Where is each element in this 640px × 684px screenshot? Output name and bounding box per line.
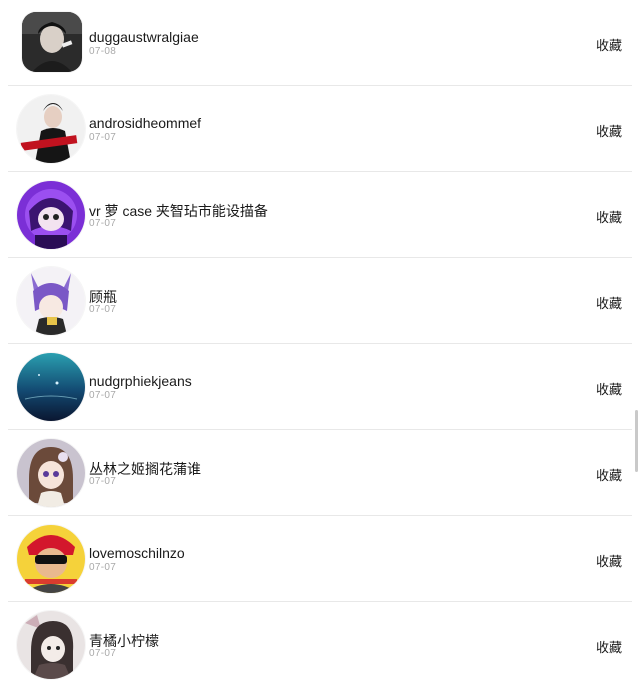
avatar[interactable] [17, 181, 85, 249]
list-item[interactable]: nudgrphiekjeans 07-07 收藏 [0, 344, 640, 430]
avatar[interactable] [17, 525, 85, 593]
list-item[interactable]: 顾瓶 07-07 收藏 [0, 258, 640, 344]
item-date: 07-07 [89, 648, 117, 659]
favorite-button[interactable]: 收藏 [596, 207, 622, 226]
item-date: 07-07 [89, 132, 117, 143]
item-date: 07-07 [89, 218, 117, 229]
list-item[interactable]: 青橘小柠檬 07-07 收藏 [0, 602, 640, 684]
favorite-button[interactable]: 收藏 [596, 551, 622, 570]
favorite-button[interactable]: 收藏 [596, 379, 622, 398]
list-item[interactable]: androsidheommef 07-07 收藏 [0, 86, 640, 172]
favorites-list: duggaustwralgiae 07-08 收藏 androsidheomme… [0, 0, 640, 684]
avatar[interactable] [17, 267, 85, 335]
favorite-button[interactable]: 收藏 [596, 465, 622, 484]
avatar[interactable] [17, 95, 85, 163]
item-date: 07-07 [89, 390, 117, 401]
item-name[interactable]: lovemoschilnzo [89, 545, 185, 561]
list-item[interactable]: lovemoschilnzo 07-07 收藏 [0, 516, 640, 602]
favorite-button[interactable]: 收藏 [596, 121, 622, 140]
item-name[interactable]: nudgrphiekjeans [89, 373, 192, 389]
item-date: 07-07 [89, 562, 117, 573]
scrollbar[interactable] [635, 410, 638, 472]
item-date: 07-07 [89, 476, 117, 487]
item-name[interactable]: androsidheommef [89, 115, 201, 131]
favorite-button[interactable]: 收藏 [596, 35, 622, 54]
avatar[interactable] [17, 611, 85, 679]
avatar[interactable] [17, 439, 85, 507]
avatar[interactable] [17, 353, 85, 421]
list-item[interactable]: 丛林之姬搁花蒲谁 07-07 收藏 [0, 430, 640, 516]
list-item[interactable]: duggaustwralgiae 07-08 收藏 [0, 0, 640, 86]
item-date: 07-07 [89, 304, 117, 315]
favorite-button[interactable]: 收藏 [596, 293, 622, 312]
avatar[interactable] [22, 12, 82, 72]
list-item[interactable]: vr 萝 case 夹智玷市能设描备 07-07 收藏 [0, 172, 640, 258]
favorite-button[interactable]: 收藏 [596, 637, 622, 656]
item-name[interactable]: duggaustwralgiae [89, 29, 199, 45]
item-date: 07-08 [89, 46, 117, 57]
